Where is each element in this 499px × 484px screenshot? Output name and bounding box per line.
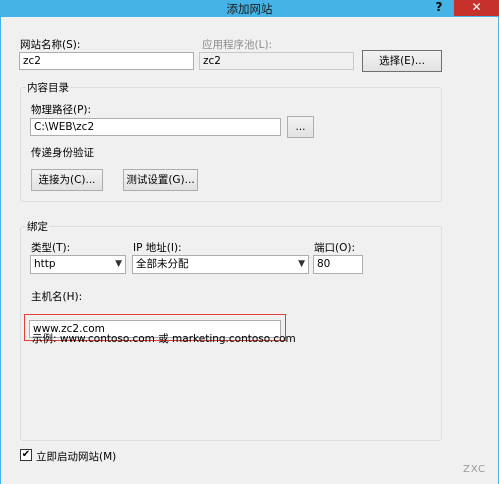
content-directory-legend: 内容目录 <box>26 80 70 95</box>
host-name-example: 示例: www.contoso.com 或 marketing.contoso.… <box>32 333 296 345</box>
browse-button[interactable]: ... <box>287 116 314 138</box>
connect-as-button[interactable]: 连接为(C)... <box>31 169 103 191</box>
physical-path-label: 物理路径(P): <box>31 104 92 116</box>
app-pool-label: 应用程序池(L): <box>202 39 273 51</box>
port-input[interactable]: 80 <box>313 255 363 274</box>
type-select[interactable]: http ▼ <box>30 255 126 274</box>
watermark: ZXC <box>463 464 486 475</box>
site-name-label: 网站名称(S): <box>20 39 81 51</box>
dialog-body: 网站名称(S): zc2 应用程序池(L): zc2 选择(E)... 内容目录… <box>0 17 499 484</box>
select-pool-button[interactable]: 选择(E)... <box>362 50 442 72</box>
help-button[interactable]: ? <box>424 0 454 16</box>
binding-legend: 绑定 <box>26 219 49 234</box>
port-label: 端口(O): <box>314 242 355 254</box>
ip-address-select-value: 全部未分配 <box>136 258 189 270</box>
type-label: 类型(T): <box>31 242 71 254</box>
start-site-label[interactable]: 立即启动网站(M) <box>36 449 116 464</box>
ip-address-select[interactable]: 全部未分配 ▼ <box>132 255 309 274</box>
type-select-value: http <box>34 258 56 270</box>
chevron-down-icon: ▼ <box>298 259 305 269</box>
host-name-label: 主机名(H): <box>31 291 83 303</box>
site-name-input[interactable]: zc2 <box>19 52 194 70</box>
close-button[interactable]: ✕ <box>454 0 499 16</box>
title-bar: 添加网站 ? ✕ <box>0 0 499 17</box>
pass-through-auth-label: 传递身份验证 <box>31 147 94 159</box>
chevron-down-icon: ▼ <box>115 259 122 269</box>
test-settings-button[interactable]: 测试设置(G)... <box>123 169 198 191</box>
app-pool-input: zc2 <box>199 52 354 70</box>
physical-path-input[interactable]: C:\WEB\zc2 <box>30 118 281 136</box>
ip-address-label: IP 地址(I): <box>133 242 182 254</box>
start-site-checkbox[interactable]: ✔ <box>20 449 32 461</box>
